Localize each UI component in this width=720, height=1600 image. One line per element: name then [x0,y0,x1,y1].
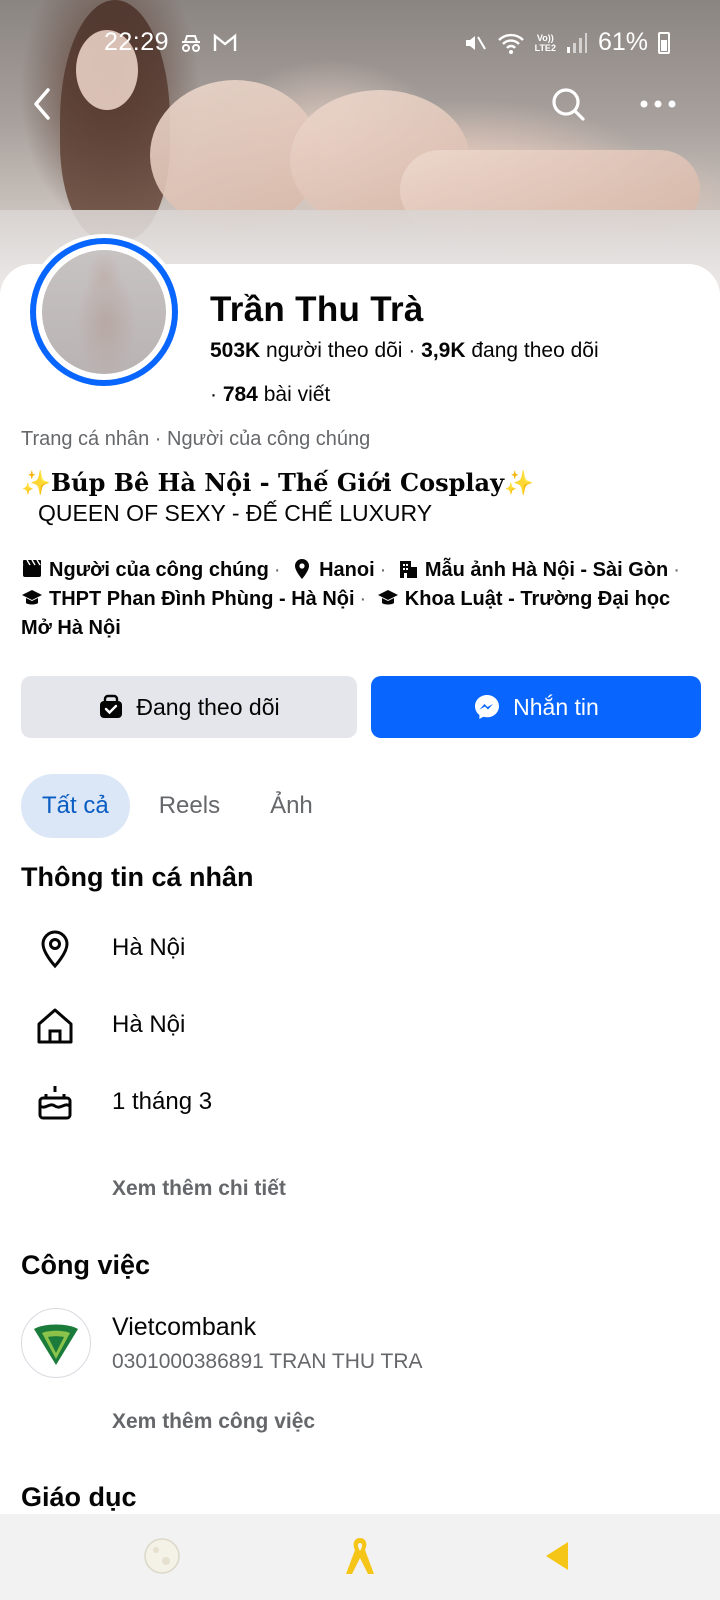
following-label[interactable]: đang theo dõi [471,339,598,362]
message-button-label: Nhắn tin [513,693,599,720]
messenger-icon [475,695,500,719]
detail-public-figure: Người của công chúng [49,559,269,581]
profile-tabs: Tất cả Reels Ảnh [21,774,334,838]
current-city-text[interactable]: Hà Nội [112,934,185,962]
work-subtitle: 0301000386891 TRAN THU TRA [112,1350,423,1373]
story-ring [30,238,178,386]
tab-photos[interactable]: Ảnh [249,774,334,838]
battery-percent: 61% [597,28,648,56]
personal-info-title: Thông tin cá nhân [21,862,254,892]
location-pin-outline-icon [41,930,69,969]
graduation-cap-icon [377,590,398,605]
birthday-cake-icon [38,1086,72,1120]
work-company-name[interactable]: Vietcombank [112,1313,256,1342]
back-arrow-icon[interactable] [24,84,64,124]
following-button-label: Đang theo dõi [136,693,280,720]
bio-line-1: ✨Búp Bê Hà Nội - Thế Giới Cosplay✨ [21,468,534,497]
tab-all[interactable]: Tất cả [21,774,130,838]
followers-count[interactable]: 503K [210,339,260,362]
search-icon[interactable] [548,84,588,124]
graduation-cap-icon [22,590,42,605]
mute-icon [465,35,486,50]
clapperboard-icon [23,559,41,577]
back-triangle-icon[interactable] [536,1534,580,1578]
building-icon [399,561,417,578]
see-more-details-link[interactable]: Xem thêm chi tiết [112,1177,286,1201]
vietcombank-logo[interactable] [21,1308,91,1378]
bio-line-2: QUEEN OF SEXY - ĐẾ CHẾ LUXURY [38,500,433,526]
profile-details: Người của công chúng · Hanoi · Mẫu ảnh Hà … [21,559,680,639]
follow-stats: 503K người theo dõi · 3,9K đang theo dõi [210,339,599,362]
tab-reels[interactable]: Reels [138,774,241,838]
info-row-current-city: Hà Nội [0,918,720,978]
location-pin-icon [295,559,310,579]
incognito-icon [182,35,200,52]
posts-label: bài viết [263,383,331,406]
message-button[interactable]: Nhắn tin [371,676,701,738]
status-bar: 22:29 Vo)) LTE2 61% [0,0,720,88]
avatar-image [42,250,166,374]
work-section-title: Công việc [21,1250,151,1280]
see-more-work-link[interactable]: Xem thêm công việc [112,1410,315,1434]
wifi-icon [497,33,524,54]
yellow-ribbon-icon[interactable] [338,1534,382,1578]
detail-work: Mẫu ảnh Hà Nội - Sài Gòn [424,559,669,581]
vietcombank-logo-icon [34,1324,78,1365]
moon-icon[interactable] [140,1534,184,1578]
hometown-text[interactable]: Hà Nội [112,1011,185,1039]
volte-icon: Vo)) LTE2 [534,32,556,53]
system-bottom-bar [0,1514,720,1600]
following-button[interactable]: Đang theo dõi [21,676,357,738]
detail-location[interactable]: Hanoi [319,559,375,581]
education-section-title: Giáo dục [21,1482,137,1512]
more-options-icon[interactable] [636,84,680,124]
battery-icon [658,31,670,54]
profile-name: Trần Thu Trà [210,290,424,329]
posts-stats: · 784 bài viết [210,383,331,406]
detail-school-1[interactable]: THPT Phan Đình Phùng - Hà Nội [49,588,355,610]
posts-count: 784 [222,383,258,406]
home-icon [37,1008,73,1044]
profile-category: Trang cá nhân · Người của công chúng [21,428,371,450]
gmail-icon [213,33,237,51]
followers-label[interactable]: người theo dõi [266,339,402,362]
info-row-hometown: Hà Nội [0,995,720,1055]
following-count[interactable]: 3,9K [421,339,465,362]
birthday-text: 1 tháng 3 [112,1088,213,1115]
profile-avatar[interactable] [26,234,182,390]
info-row-birthday: 1 tháng 3 [0,1072,720,1132]
status-time: 22:29 [104,28,170,56]
signal-icon [566,32,587,53]
following-check-icon [100,694,123,718]
